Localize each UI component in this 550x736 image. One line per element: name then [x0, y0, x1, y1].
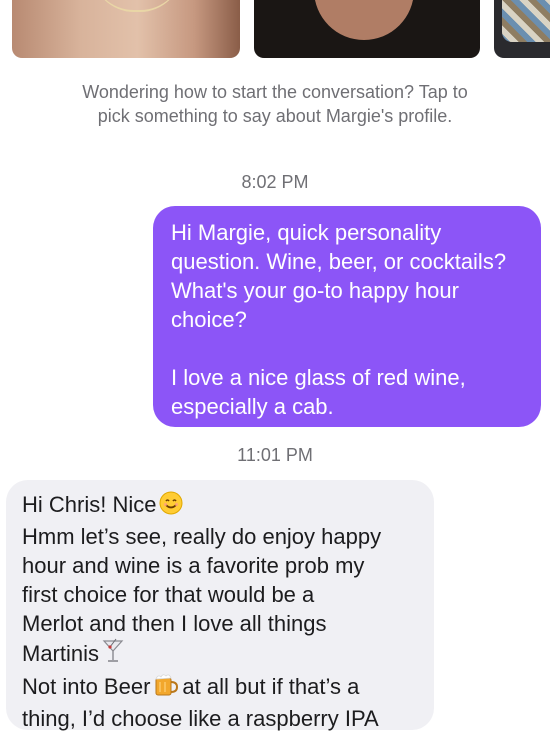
- message-text: first choice for that would be a: [22, 582, 315, 607]
- message-line: Hi Chris! Nice: [22, 490, 424, 522]
- message-text: at all but if that’s a: [182, 674, 360, 699]
- cocktail-glass-icon: [102, 638, 124, 671]
- hint-line: Wondering how to start the conversation?…: [82, 82, 468, 102]
- incoming-message-bubble[interactable]: Hi Chris! Nice Hmm let’s see, really do …: [6, 480, 434, 731]
- message-timestamp: 11:01 PM: [237, 445, 313, 465]
- beer-mug-icon: [153, 671, 179, 704]
- profile-photo[interactable]: [494, 0, 550, 58]
- photo-pattern: [502, 0, 550, 42]
- message-text: thing, I’d choose like a raspberry IPA: [22, 706, 379, 731]
- outgoing-message-bubble[interactable]: Hi Margie, quick personality question. W…: [153, 206, 541, 427]
- hint-line: pick something to say about Margie's pro…: [97, 106, 453, 126]
- message-text: Not into Beer: [22, 674, 151, 699]
- message-text: I love a nice glass of red wine, especia…: [171, 365, 466, 419]
- message-line: Not into Beer at all but if that’s a: [22, 671, 424, 704]
- smiling-face-icon: [159, 491, 183, 522]
- message-text: Hmm let’s see, really do enjoy happy: [22, 524, 382, 549]
- profile-photo[interactable]: [254, 0, 480, 58]
- message-text: Merlot and then I love all things: [22, 611, 327, 636]
- conversation-starter-hint[interactable]: Wondering how to start the conversation?…: [30, 80, 520, 128]
- message-timestamp: 8:02 PM: [241, 172, 309, 192]
- message-text: Martinis: [22, 641, 100, 666]
- message-line: Martinis: [22, 638, 424, 671]
- message-text: Hi Chris! Nice: [22, 492, 157, 517]
- profile-photo[interactable]: [12, 0, 240, 58]
- profile-photo-strip: [0, 0, 550, 62]
- necklace-detail: [92, 0, 182, 12]
- message-text: Hi Margie, quick personality question. W…: [171, 220, 507, 332]
- photo-subject: [314, 0, 414, 40]
- message-text: hour and wine is a favorite prob my: [22, 553, 365, 578]
